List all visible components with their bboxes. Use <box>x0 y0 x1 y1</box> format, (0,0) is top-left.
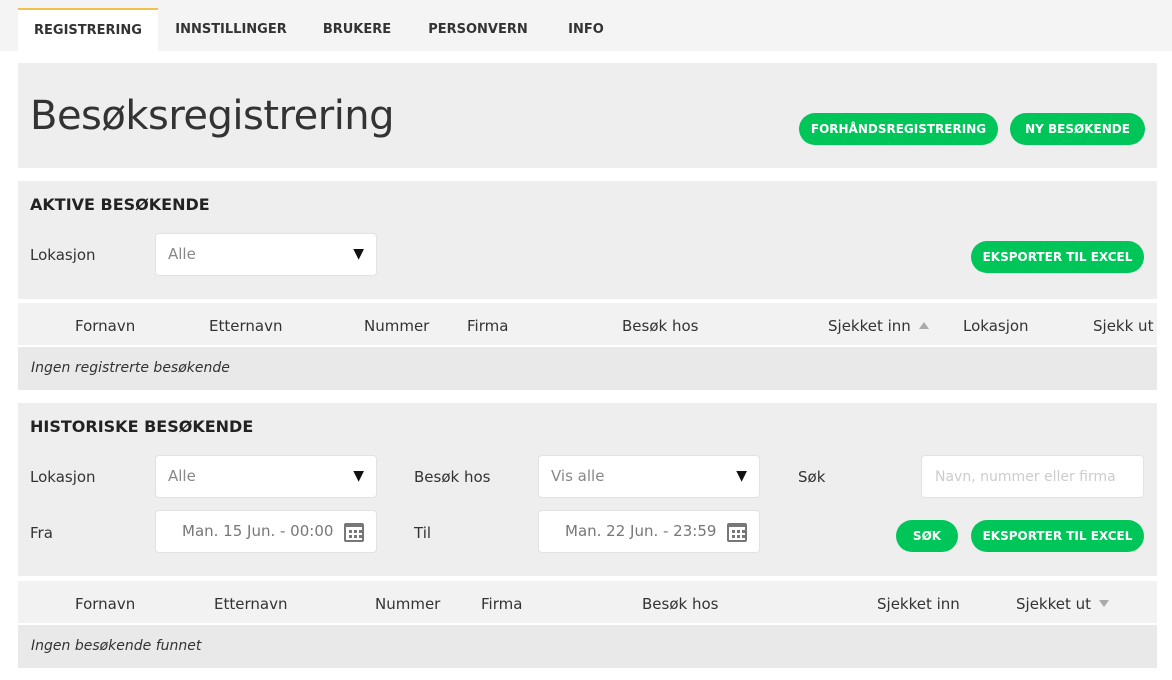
col-sjekket-inn[interactable]: Sjekket inn <box>877 595 960 613</box>
caret-down-icon: ▼ <box>353 468 364 484</box>
active-location-select[interactable]: Alle ▼ <box>155 233 377 276</box>
history-export-button[interactable]: EKSPORTER TIL EXCEL <box>971 520 1144 552</box>
history-location-value: Alle <box>168 467 196 485</box>
history-to-label: Til <box>414 524 432 542</box>
history-empty-row: Ingen besøkende funnet <box>18 625 1157 668</box>
caret-down-icon: ▼ <box>736 468 747 484</box>
active-location-value: Alle <box>168 245 196 263</box>
history-from-date[interactable]: Man. 15 Jun. - 00:00 <box>155 510 377 553</box>
history-host-value: Vis alle <box>551 467 605 485</box>
tab-personvern[interactable]: PERSONVERN <box>410 8 546 51</box>
history-to-date[interactable]: Man. 22 Jun. - 23:59 <box>538 510 760 553</box>
tab-registrering[interactable]: REGISTRERING <box>18 8 158 51</box>
active-table-header: Fornavn Etternavn Nummer Firma Besøk hos… <box>18 303 1157 345</box>
col-lokasjon[interactable]: Lokasjon <box>963 317 1029 335</box>
calendar-icon[interactable] <box>727 523 747 542</box>
page-title: Besøksregistrering <box>30 93 395 139</box>
calendar-icon[interactable] <box>344 523 364 542</box>
col-fornavn[interactable]: Fornavn <box>75 317 135 335</box>
col-besok-hos[interactable]: Besøk hos <box>622 317 698 335</box>
history-host-select[interactable]: Vis alle ▼ <box>538 455 760 498</box>
history-visitors-panel: HISTORISKE BESØKENDE Lokasjon Alle ▼ Bes… <box>18 403 1157 576</box>
history-search-button[interactable]: SØK <box>896 520 958 552</box>
history-from-value: Man. 15 Jun. - 00:00 <box>182 522 334 540</box>
active-location-label: Lokasjon <box>30 246 96 264</box>
header-panel: Besøksregistrering FORHÅNDSREGISTRERING … <box>18 63 1157 168</box>
col-firma[interactable]: Firma <box>467 317 508 335</box>
sort-asc-icon <box>918 322 929 329</box>
tab-innstillinger[interactable]: INNSTILLINGER <box>158 8 304 51</box>
history-from-label: Fra <box>30 524 53 542</box>
preregister-button[interactable]: FORHÅNDSREGISTRERING <box>799 113 998 145</box>
col-sjekket-ut[interactable]: Sjekket ut <box>1016 595 1110 613</box>
new-visitor-button[interactable]: NY BESØKENDE <box>1010 113 1145 145</box>
active-empty-row: Ingen registrerte besøkende <box>18 347 1157 390</box>
col-sjekket-inn[interactable]: Sjekket inn <box>828 317 929 335</box>
active-visitors-panel: AKTIVE BESØKENDE Lokasjon Alle ▼ EKSPORT… <box>18 181 1157 299</box>
sort-desc-icon <box>1099 600 1110 607</box>
col-nummer[interactable]: Nummer <box>364 317 429 335</box>
history-location-select[interactable]: Alle ▼ <box>155 455 377 498</box>
col-besok-hos[interactable]: Besøk hos <box>642 595 718 613</box>
history-table-header: Fornavn Etternavn Nummer Firma Besøk hos… <box>18 581 1157 623</box>
caret-down-icon: ▼ <box>353 246 364 262</box>
col-sjekk-ut[interactable]: Sjekk ut <box>1093 317 1153 335</box>
history-search-label: Søk <box>798 468 826 486</box>
tab-bar: REGISTRERING INNSTILLINGER BRUKERE PERSO… <box>0 0 1172 51</box>
col-firma[interactable]: Firma <box>481 595 522 613</box>
active-export-button[interactable]: EKSPORTER TIL EXCEL <box>971 241 1144 273</box>
col-etternavn[interactable]: Etternavn <box>214 595 287 613</box>
col-sjekket-inn-label: Sjekket inn <box>828 317 911 335</box>
col-sjekket-ut-label: Sjekket ut <box>1016 595 1092 613</box>
col-nummer[interactable]: Nummer <box>375 595 440 613</box>
history-to-value: Man. 22 Jun. - 23:59 <box>565 522 717 540</box>
history-host-label: Besøk hos <box>414 468 491 486</box>
col-fornavn[interactable]: Fornavn <box>75 595 135 613</box>
col-etternavn[interactable]: Etternavn <box>209 317 282 335</box>
history-search-input[interactable] <box>921 455 1144 498</box>
tab-info[interactable]: INFO <box>546 8 626 51</box>
active-visitors-title: AKTIVE BESØKENDE <box>30 195 210 214</box>
tab-brukere[interactable]: BRUKERE <box>304 8 410 51</box>
history-location-label: Lokasjon <box>30 468 96 486</box>
history-visitors-title: HISTORISKE BESØKENDE <box>30 417 254 436</box>
